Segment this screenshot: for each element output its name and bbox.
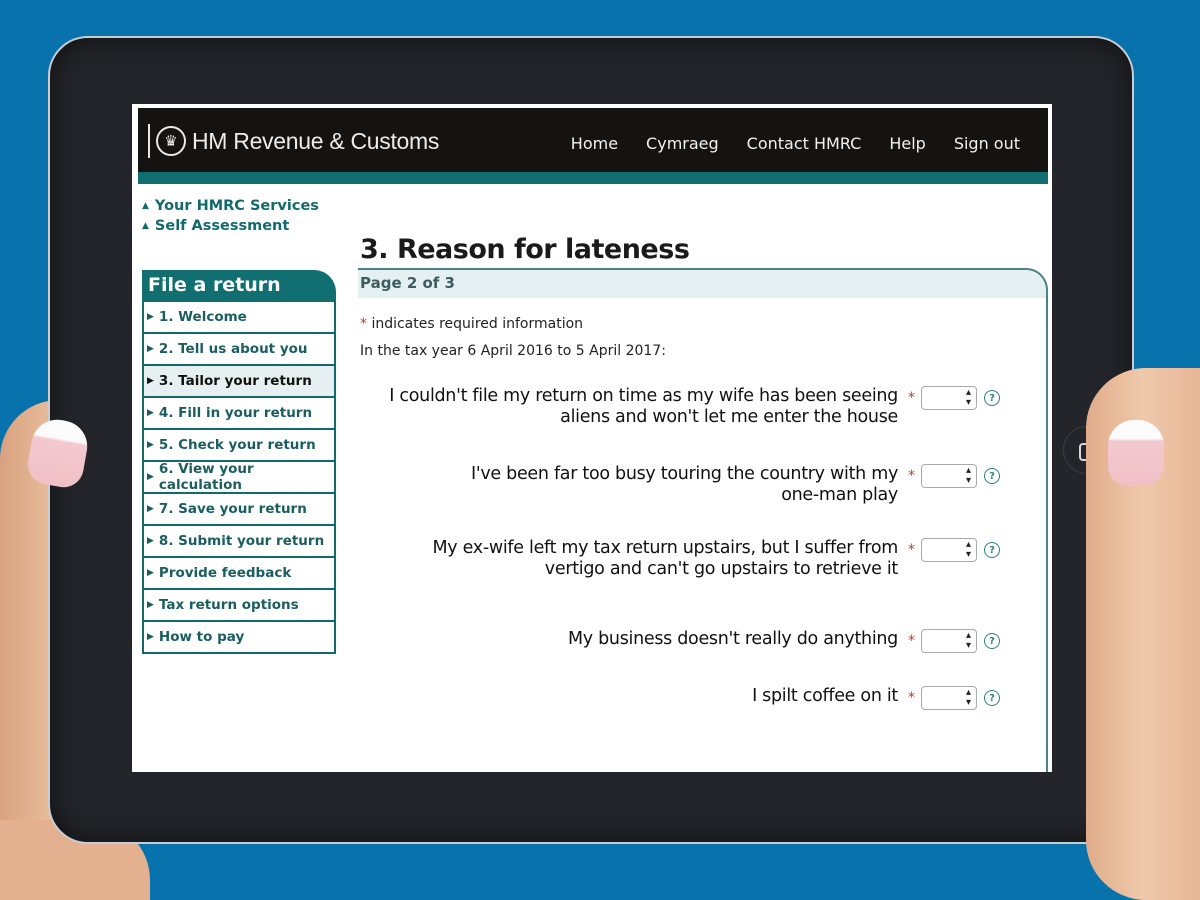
- sidebar-item-label: 5. Check your return: [158, 437, 316, 453]
- browser-screen: ♛ HM Revenue & Customs Home Cymraeg Cont…: [132, 104, 1052, 772]
- triangle-right-icon: ▶: [147, 440, 154, 450]
- help-icon[interactable]: ?: [984, 690, 1000, 706]
- nav-sign-out[interactable]: Sign out: [954, 134, 1020, 153]
- triangle-right-icon: ▶: [147, 536, 154, 546]
- sidebar-item-label: 7. Save your return: [158, 501, 307, 517]
- sidebar-item-7[interactable]: ▶ 7. Save your return: [144, 494, 334, 526]
- question-row: I couldn't file my return on time as my …: [360, 386, 1000, 428]
- triangle-right-icon: ▶: [147, 312, 154, 322]
- triangle-right-icon: ▶: [147, 344, 154, 354]
- select-arrows-icon: ▴ ▾: [965, 465, 971, 486]
- help-icon[interactable]: ?: [984, 468, 1000, 484]
- right-thumbnail: [1108, 420, 1164, 486]
- sidebar-item-5[interactable]: ▶ 5. Check your return: [144, 430, 334, 462]
- tax-year-text: In the tax year 6 April 2016 to 5 April …: [360, 343, 666, 359]
- nav-contact-hmrc[interactable]: Contact HMRC: [747, 134, 862, 153]
- sidebar-item-label: How to pay: [158, 629, 245, 645]
- sidebar-item-label: Tax return options: [158, 597, 299, 613]
- page-indicator: Page 2 of 3: [358, 270, 1046, 298]
- page-title: 3. Reason for lateness: [360, 234, 690, 265]
- triangle-right-icon: ▶: [147, 632, 154, 642]
- logo-divider: [148, 124, 150, 158]
- question-label: I spilt coffee on it: [752, 686, 898, 707]
- answer-select[interactable]: ▴ ▾: [921, 629, 977, 653]
- triangle-right-icon: ▶: [147, 504, 154, 514]
- sidebar-item-11[interactable]: ▶ How to pay: [144, 622, 334, 654]
- sidebar-item-6[interactable]: ▶ 6. View your calculation: [144, 461, 334, 494]
- question-row: I've been far too busy touring the count…: [360, 464, 1000, 506]
- triangle-right-icon: ▶: [147, 408, 154, 418]
- required-star: *: [360, 316, 367, 332]
- question-label-line: aliens and won't let me enter the house: [560, 407, 898, 427]
- sidebar-item-8[interactable]: ▶ 8. Submit your return: [144, 526, 334, 558]
- sidebar-item-label: 3. Tailor your return: [158, 373, 312, 389]
- triangle-right-icon: ▶: [147, 568, 154, 578]
- hmrc-logo[interactable]: ♛ HM Revenue & Customs: [148, 124, 439, 158]
- sidebar-item-2[interactable]: ▶ 2. Tell us about you: [144, 334, 334, 366]
- sidebar-item-label: 4. Fill in your return: [158, 405, 313, 421]
- triangle-right-icon: ▶: [147, 376, 154, 386]
- sidebar: File a return ▶ 1. Welcome ▶ 2. Tell us abo…: [142, 270, 336, 654]
- logo-text: HM Revenue & Customs: [192, 127, 440, 154]
- question-label-line: vertigo and can't go upstairs to retriev…: [544, 559, 899, 579]
- sidebar-item-10[interactable]: ▶ Tax return options: [144, 590, 334, 622]
- required-star: *: [908, 468, 915, 484]
- sidebar-item-1[interactable]: ▶ 1. Welcome: [144, 302, 334, 334]
- sidebar-item-label: 8. Submit your return: [158, 533, 325, 549]
- question-label-line: one-man play: [781, 485, 898, 505]
- top-nav: Home Cymraeg Contact HMRC Help Sign out: [571, 134, 1020, 153]
- select-arrows-icon: ▴ ▾: [965, 687, 971, 708]
- help-icon[interactable]: ?: [984, 633, 1000, 649]
- required-star: *: [908, 690, 915, 706]
- question-row: My business doesn't really do anything * ▴…: [360, 629, 1000, 653]
- nav-cymraeg[interactable]: Cymraeg: [646, 134, 719, 153]
- breadcrumb-your-hmrc-services[interactable]: ▲ Your HMRC Services: [142, 196, 319, 216]
- site-header: ♛ HM Revenue & Customs Home Cymraeg Cont…: [138, 108, 1048, 172]
- question-row: My ex-wife left my tax return upstairs, …: [360, 538, 1000, 580]
- triangle-up-icon: ▲: [142, 201, 149, 211]
- question-label-line: My business doesn't really do anything: [568, 629, 898, 649]
- crown-icon: ♛: [156, 126, 186, 156]
- required-note: * indicates required information: [360, 316, 584, 332]
- select-arrows-icon: ▴ ▾: [965, 387, 971, 408]
- question-label: I've been far too busy touring the count…: [471, 464, 898, 506]
- sidebar-item-9[interactable]: ▶ Provide feedback: [144, 558, 334, 590]
- sidebar-title: File a return: [142, 270, 336, 302]
- required-star: *: [908, 390, 915, 406]
- question-label: My business doesn't really do anything: [568, 629, 898, 650]
- sidebar-item-label: 6. View your calculation: [158, 461, 254, 493]
- sidebar-item-3[interactable]: ▶ 3. Tailor your return: [144, 366, 334, 398]
- question-label-line: I couldn't file my return on time as my …: [389, 386, 898, 406]
- required-star: *: [908, 542, 915, 558]
- nav-home[interactable]: Home: [571, 134, 618, 153]
- sidebar-item-4[interactable]: ▶ 4. Fill in your return: [144, 398, 334, 430]
- sidebar-item-label: Provide feedback: [158, 565, 292, 581]
- help-icon[interactable]: ?: [984, 390, 1000, 406]
- triangle-right-icon: ▶: [147, 600, 154, 610]
- question-label: My ex-wife left my tax return upstairs, …: [433, 538, 899, 580]
- breadcrumb-self-assessment[interactable]: ▲ Self Assessment: [142, 216, 319, 236]
- breadcrumb: ▲ Your HMRC Services ▲ Self Assessment: [142, 196, 319, 236]
- answer-select[interactable]: ▴ ▾: [921, 686, 977, 710]
- question-label: I couldn't file my return on time as my …: [389, 386, 898, 428]
- select-arrows-icon: ▴ ▾: [965, 630, 971, 651]
- answer-select[interactable]: ▴ ▾: [921, 386, 977, 410]
- answer-select[interactable]: ▴ ▾: [921, 464, 977, 488]
- triangle-right-icon: ▶: [147, 472, 154, 482]
- sidebar-list: ▶ 1. Welcome ▶ 2. Tell us about you ▶ 3. Tail…: [142, 302, 336, 654]
- select-arrows-icon: ▴ ▾: [965, 539, 971, 560]
- question-label-line: I spilt coffee on it: [752, 686, 898, 706]
- question-row: I spilt coffee on it * ▴ ▾?: [360, 686, 1000, 710]
- sidebar-item-label: 1. Welcome: [158, 309, 247, 325]
- header-stripe: [138, 172, 1048, 184]
- required-star: *: [908, 633, 915, 649]
- question-label-line: My ex-wife left my tax return upstairs, …: [432, 538, 899, 558]
- help-icon[interactable]: ?: [984, 542, 1000, 558]
- sidebar-item-label: 2. Tell us about you: [158, 341, 308, 357]
- answer-select[interactable]: ▴ ▾: [921, 538, 977, 562]
- nav-help[interactable]: Help: [889, 134, 925, 153]
- question-label-line: I've been far too busy touring the count…: [470, 464, 898, 484]
- triangle-up-icon: ▲: [142, 221, 149, 231]
